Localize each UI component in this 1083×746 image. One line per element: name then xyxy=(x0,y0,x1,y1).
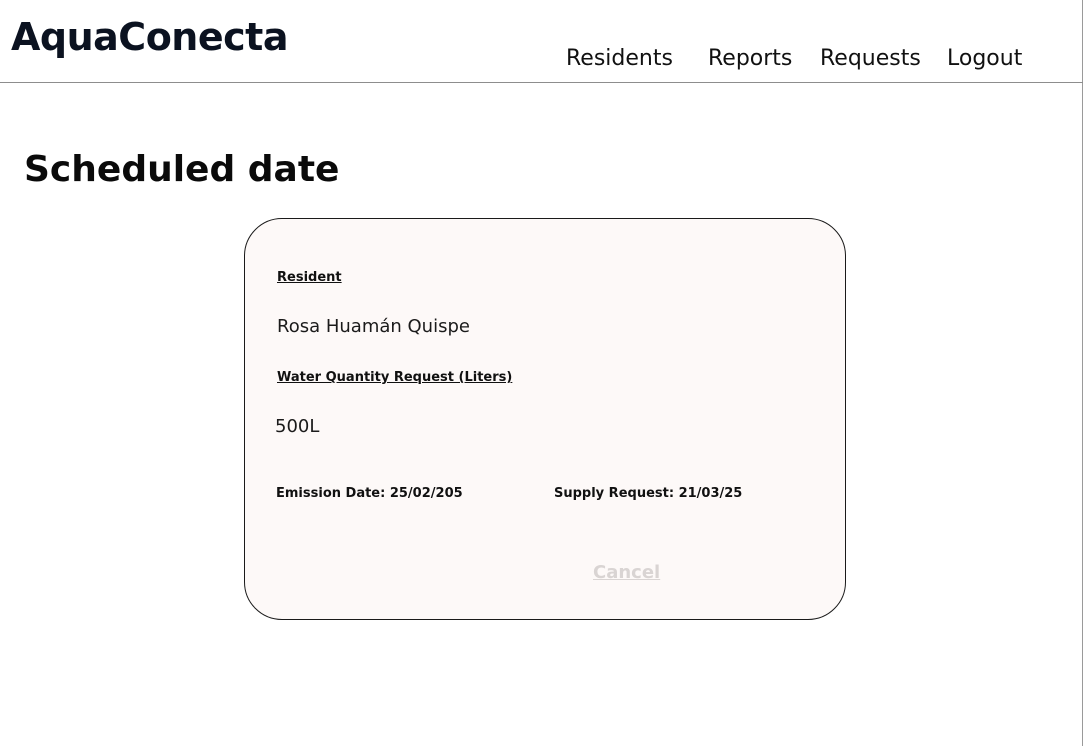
page-title: Scheduled date xyxy=(24,149,340,190)
supply-request-date: Supply Request: 21/03/25 xyxy=(554,486,743,501)
nav-logout-link[interactable]: Logout xyxy=(947,44,1022,74)
cancel-button[interactable]: Cancel xyxy=(593,561,660,585)
nav-residents-link[interactable]: Residents xyxy=(566,44,673,74)
emission-date: Emission Date: 25/02/205 xyxy=(276,486,463,501)
resident-name: Rosa Huamán Quispe xyxy=(277,316,470,337)
resident-label: Resident xyxy=(277,270,342,285)
water-quantity-label: Water Quantity Request (Liters) xyxy=(277,370,513,385)
app-logo[interactable]: AquaConecta xyxy=(11,12,288,62)
water-quantity-value: 500L xyxy=(275,416,320,437)
top-header: AquaConecta Residents Reports Requests L… xyxy=(0,0,1083,83)
nav-reports-link[interactable]: Reports xyxy=(708,44,792,74)
nav-requests-link[interactable]: Requests xyxy=(820,44,921,74)
request-card: Resident Rosa Huamán Quispe Water Quanti… xyxy=(244,218,846,620)
